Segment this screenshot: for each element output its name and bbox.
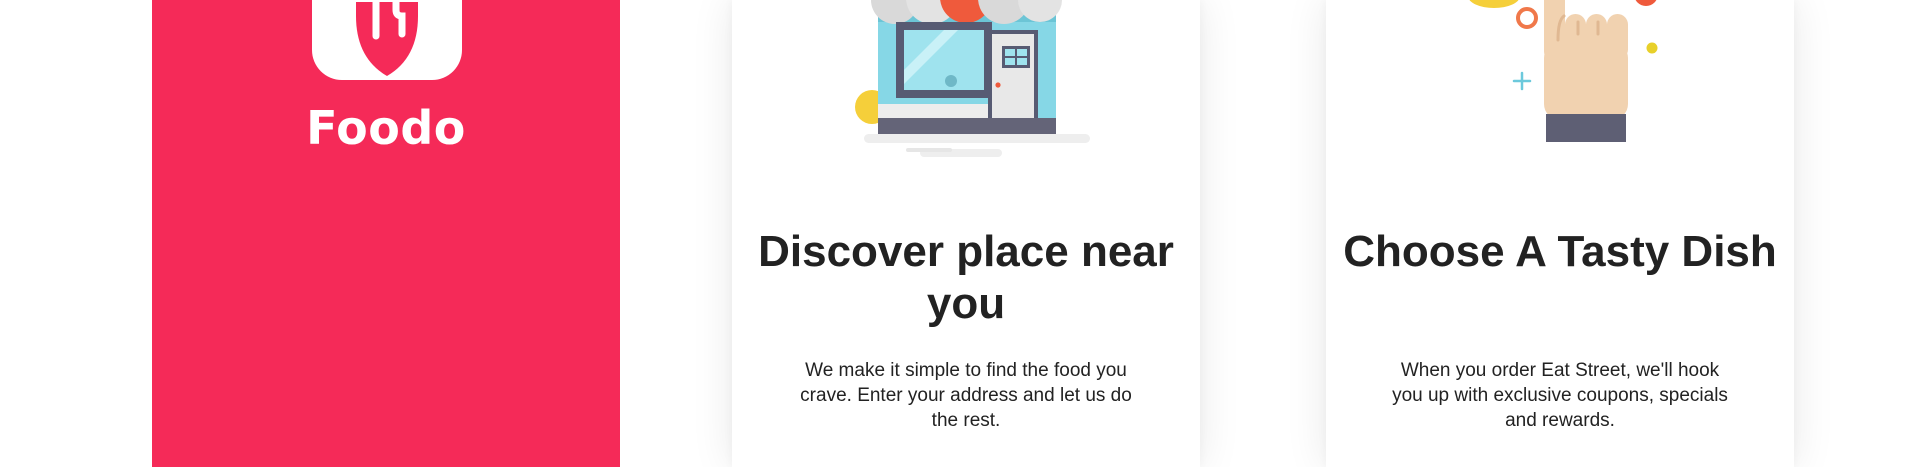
storefront-illustration [855, 0, 1090, 157]
brand-name: Foodo [306, 101, 466, 155]
splash-screen: Foodo [152, 0, 620, 467]
hand-tap-illustration [1469, 0, 1658, 142]
onboarding-card-discover: Discover place near you We make it simpl… [732, 0, 1200, 467]
onboarding-description: When you order Eat Street, we'll hook yo… [1392, 360, 1728, 431]
onboarding-title: Choose A Tasty Dish [1343, 227, 1777, 276]
onboarding-card-choose: Choose A Tasty Dish When you order Eat S… [1326, 0, 1794, 467]
onboarding-title: Discover place near you [758, 227, 1174, 328]
fork-knife-icon [356, 0, 418, 76]
app-logo [312, 0, 462, 80]
onboarding-description: We make it simple to find the food you c… [800, 360, 1132, 431]
